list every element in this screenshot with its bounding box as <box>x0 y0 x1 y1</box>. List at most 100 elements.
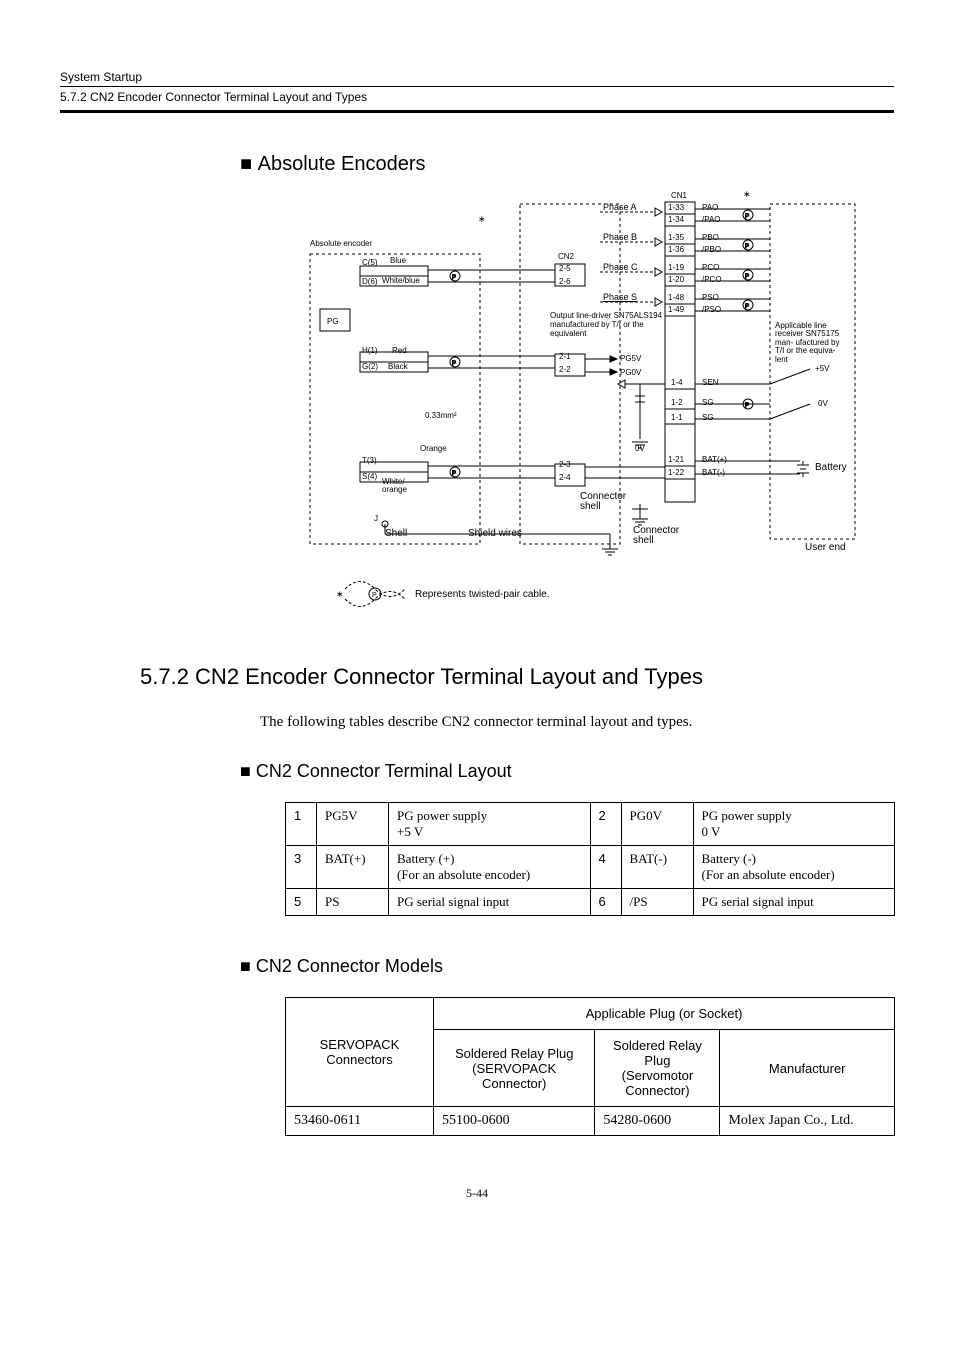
label-blue: Blue <box>390 256 406 265</box>
th-manufacturer: Manufacturer <box>720 1030 895 1107</box>
intro-paragraph: The following tables describe CN2 connec… <box>260 714 894 731</box>
svg-text:P: P <box>452 275 456 281</box>
label-g2: G(2) <box>362 362 378 371</box>
wiring-diagram: PG <box>300 194 860 624</box>
label-sen: SEN <box>702 378 718 387</box>
subheading-terminal-layout-text: CN2 Connector Terminal Layout <box>256 761 512 781</box>
cell-desc: Battery (-)(For an absolute encoder) <box>693 846 895 889</box>
label-phase-s: Phase S <box>603 292 637 302</box>
cell-signal: /PS <box>621 889 693 916</box>
label-black: Black <box>388 362 408 371</box>
label-npco: /PCO <box>702 275 722 284</box>
label-cn1-121: 1-21 <box>668 455 684 464</box>
label-white-orange: White/orange <box>382 478 407 494</box>
running-head-section: 5.7.2 CN2 Encoder Connector Terminal Lay… <box>60 86 894 113</box>
label-0v: 0V <box>635 444 645 453</box>
svg-text:P: P <box>745 304 749 310</box>
label-absolute-encoder: Absolute encoder <box>310 239 372 248</box>
cell-pin-num: 2 <box>590 803 621 846</box>
label-pg5v: PG5V <box>620 354 641 363</box>
label-pbo: PBO <box>702 233 719 242</box>
svg-text:P: P <box>745 403 749 409</box>
label-cn2-25: 2-5 <box>559 264 571 273</box>
label-j: J <box>374 514 378 523</box>
label-cn2-22: 2-2 <box>559 365 571 374</box>
table-row: 3BAT(+)Battery (+)(For an absolute encod… <box>286 846 895 889</box>
cell-pin-num: 5 <box>286 889 317 916</box>
cell-signal: PG5V <box>317 803 389 846</box>
th-soldered-servomotor: Soldered RelayPlug(ServomotorConnector) <box>595 1030 720 1107</box>
label-t3: T(3) <box>362 456 377 465</box>
label-cn1-135: 1-35 <box>668 233 684 242</box>
th-servopack: SERVOPACKConnectors <box>286 998 434 1107</box>
label-npbo: /PBO <box>702 245 721 254</box>
table-row: 5PSPG serial signal input6/PSPG serial s… <box>286 889 895 916</box>
label-pco: PCO <box>702 263 719 272</box>
heading-572: 5.7.2 CN2 Encoder Connector Terminal Lay… <box>140 664 894 690</box>
label-driver-note: Output line-driver SN75ALS194 manufactur… <box>550 312 665 338</box>
label-0v-right: 0V <box>818 399 828 408</box>
cell-plug-servopack: 55100-0600 <box>434 1107 595 1136</box>
label-cn2-23: 2-3 <box>559 460 571 469</box>
svg-text:P: P <box>745 244 749 250</box>
label-cn1-136: 1-36 <box>668 245 684 254</box>
running-head-chapter: System Startup <box>60 70 894 84</box>
cell-signal: PG0V <box>621 803 693 846</box>
table-row: 1PG5VPG power supply+5 V2PG0VPG power su… <box>286 803 895 846</box>
label-pso: PSO <box>702 293 719 302</box>
cell-desc: PG serial signal input <box>389 889 591 916</box>
subheading-connector-models-text: CN2 Connector Models <box>256 956 443 976</box>
cell-desc: PG power supply+5 V <box>389 803 591 846</box>
cell-signal: BAT(-) <box>621 846 693 889</box>
svg-text:P: P <box>745 274 749 280</box>
label-cn1-119: 1-19 <box>668 263 684 272</box>
label-sg1: SG <box>702 398 714 407</box>
label-phase-c: Phase C <box>603 262 638 272</box>
svg-text:P: P <box>372 592 377 599</box>
cell-pin-num: 4 <box>590 846 621 889</box>
label-cn1-12: 1-2 <box>671 398 683 407</box>
cell-desc: Battery (+)(For an absolute encoder) <box>389 846 591 889</box>
svg-text:P: P <box>745 214 749 220</box>
cell-manufacturer: Molex Japan Co., Ltd. <box>720 1107 895 1136</box>
label-phase-b: Phase B <box>603 232 637 242</box>
label-batp: BAT(+) <box>702 455 727 464</box>
label-cn2: CN2 <box>558 252 574 261</box>
heading-absolute-encoders: ■ Absolute Encoders <box>240 153 894 176</box>
cell-pin-num: 6 <box>590 889 621 916</box>
label-white-blue: White/blue <box>382 276 420 285</box>
th-applicable: Applicable Plug (or Socket) <box>434 998 895 1030</box>
svg-text:PG: PG <box>327 317 339 326</box>
label-orange: Orange <box>420 444 447 453</box>
label-cn1: CN1 <box>671 191 687 200</box>
label-shell: Shell <box>385 528 407 539</box>
heading-absolute-encoders-text: Absolute Encoders <box>258 153 426 175</box>
label-sg2: SG <box>702 413 714 422</box>
label-cn2-21: 2-1 <box>559 352 571 361</box>
label-shield: Shield wires <box>468 528 522 539</box>
svg-text:P: P <box>452 471 456 477</box>
label-d6: D(6) <box>362 277 378 286</box>
cell-plug-servomotor: 54280-0600 <box>595 1107 720 1136</box>
table-terminal-layout: 1PG5VPG power supply+5 V2PG0VPG power su… <box>285 802 895 916</box>
label-h1: H(1) <box>362 346 378 355</box>
table-row: 53460-0611 55100-0600 54280-0600 Molex J… <box>286 1107 895 1136</box>
label-cn1-122: 1-22 <box>668 468 684 477</box>
label-npso: /PSO <box>702 305 721 314</box>
th-soldered-servopack: Soldered Relay Plug(SERVOPACKConnector) <box>434 1030 595 1107</box>
label-cn1-120: 1-20 <box>668 275 684 284</box>
label-battery: Battery <box>815 462 847 473</box>
label-wire-area: 0.33mm² <box>425 411 457 420</box>
label-pg0v: PG0V <box>620 368 641 377</box>
label-recv-note: Applicable line receiver SN75175 man- uf… <box>775 322 850 364</box>
table-connector-models: SERVOPACKConnectors Applicable Plug (or … <box>285 997 895 1136</box>
label-npao: /PAO <box>702 215 721 224</box>
label-cn1-149: 1-49 <box>668 305 684 314</box>
cell-pin-num: 1 <box>286 803 317 846</box>
label-red: Red <box>392 346 407 355</box>
cell-signal: BAT(+) <box>317 846 389 889</box>
label-cn1-133: 1-33 <box>668 203 684 212</box>
label-tp-note: Represents twisted-pair cable. <box>415 589 550 600</box>
label-cn2-26: 2-6 <box>559 277 571 286</box>
label-s4: S(4) <box>362 472 377 481</box>
